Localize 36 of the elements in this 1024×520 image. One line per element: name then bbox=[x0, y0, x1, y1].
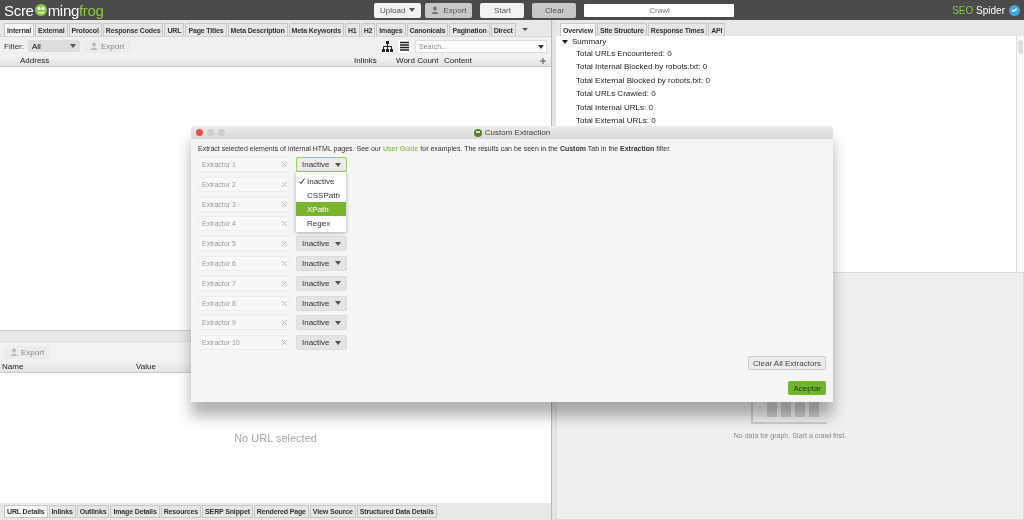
tree-item[interactable]: Total Internal URLs: 0 bbox=[576, 102, 653, 112]
tree-item[interactable]: Summary bbox=[572, 37, 607, 46]
column-header[interactable]: Address bbox=[20, 56, 354, 65]
mode-select[interactable]: Inactive bbox=[296, 295, 347, 311]
logo: Scre mingfrog bbox=[4, 1, 105, 19]
mode-select[interactable]: Inactive bbox=[296, 236, 347, 252]
menu-option[interactable]: CSSPath bbox=[296, 188, 346, 202]
tree-item[interactable]: Total External URLs: 0 bbox=[576, 115, 656, 125]
window-title: Custom Extraction bbox=[484, 128, 551, 137]
filter-select[interactable]: All bbox=[28, 40, 80, 52]
menu-option[interactable]: Regex bbox=[296, 216, 346, 230]
upload-button[interactable]: Upload bbox=[374, 2, 422, 18]
column-header[interactable]: Inlinks bbox=[354, 56, 396, 65]
mode-select[interactable]: Inactive bbox=[296, 157, 347, 172]
product-name: SEO Spider bbox=[952, 4, 1005, 16]
clear-button[interactable]: Clear bbox=[532, 2, 577, 18]
menu-option[interactable]: Inactive bbox=[296, 174, 346, 188]
mode-select[interactable]: Inactive bbox=[296, 256, 347, 271]
start-button[interactable]: Start bbox=[480, 2, 525, 18]
filter-label: Filter: bbox=[4, 41, 24, 51]
ok-button[interactable]: Aceptar bbox=[788, 381, 826, 395]
column-header[interactable]: Value bbox=[136, 362, 156, 371]
mode-select[interactable]: Inactive bbox=[296, 315, 347, 331]
column-header[interactable]: Content bbox=[444, 56, 473, 65]
column-header[interactable]: Word Count bbox=[396, 56, 444, 65]
clear-all-button[interactable]: Clear All Extractors bbox=[747, 356, 826, 370]
tree-item[interactable]: Total Internal Blocked by robots.txt: 0 bbox=[576, 62, 708, 72]
column-header[interactable]: Name bbox=[2, 362, 136, 371]
empty-message: No URL selected bbox=[234, 432, 317, 444]
tree-item[interactable]: Total External Blocked by robots.txt: 0 bbox=[576, 75, 710, 85]
export-button[interactable]: Export bbox=[425, 2, 473, 18]
url-field[interactable]: Crawl bbox=[584, 3, 735, 17]
tree-item[interactable]: Total URLs Crawled: 0 bbox=[576, 89, 656, 99]
mode-select[interactable]: Inactive bbox=[296, 275, 347, 291]
mode-select[interactable]: Inactive bbox=[296, 335, 347, 351]
tree-item[interactable]: Total URLs Encountered: 0 bbox=[576, 49, 672, 58]
